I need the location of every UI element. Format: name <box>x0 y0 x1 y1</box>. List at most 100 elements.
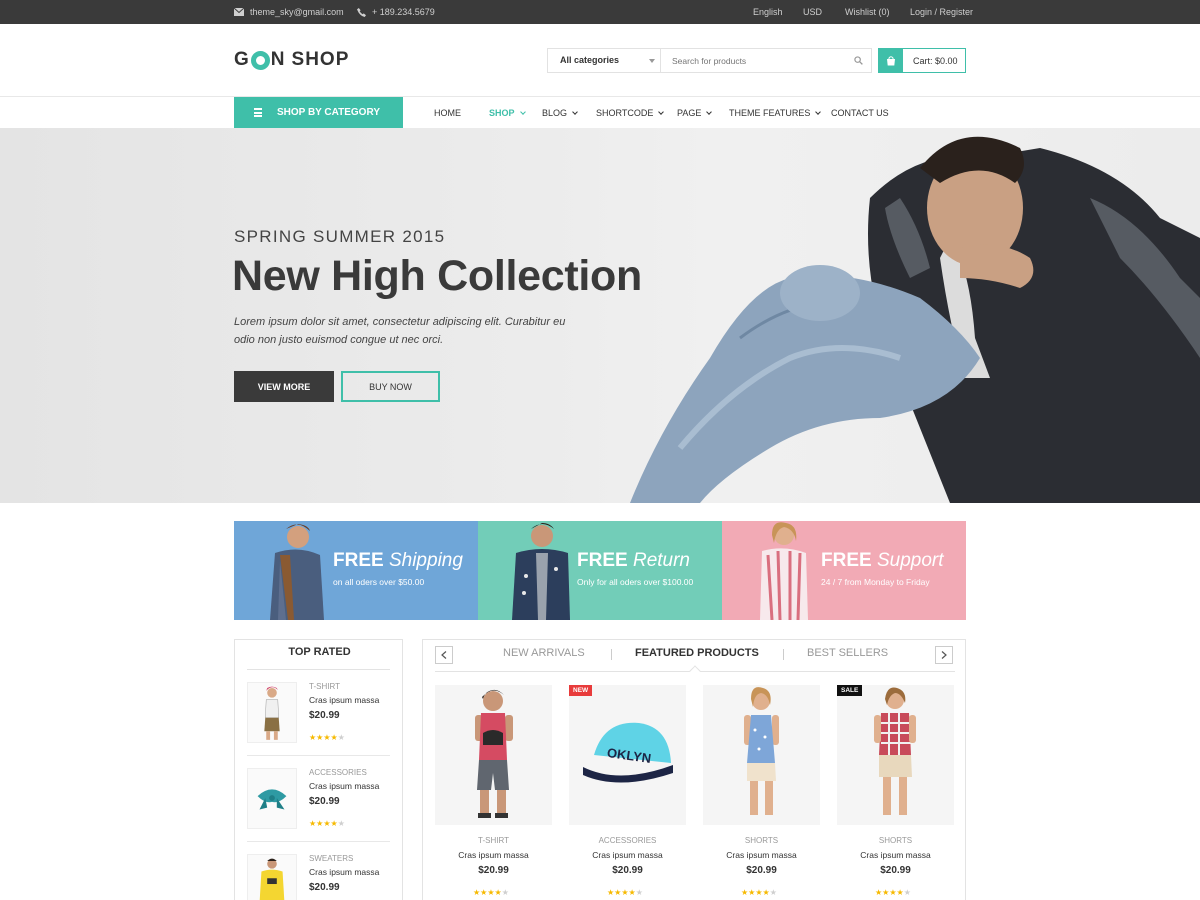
nav-item-home[interactable]: HOME <box>434 97 461 128</box>
product-image <box>837 685 954 825</box>
shop-by-category-label: SHOP BY CATEGORY <box>277 107 380 118</box>
star-icon: ★ <box>494 888 502 897</box>
account-label: Login / Register <box>910 7 974 17</box>
tab-featured-products[interactable]: FEATURED PRODUCTS <box>635 647 759 659</box>
promo-subtitle: Only for all oders over $100.00 <box>577 577 694 587</box>
item-name: Cras ipsum massa <box>309 781 380 791</box>
search-bar: All categories <box>547 48 872 73</box>
tab-best-sellers[interactable]: BEST SELLERS <box>807 647 888 659</box>
caret-down-icon <box>649 59 655 63</box>
hero-description: Lorem ipsum dolor sit amet, consectetur … <box>234 316 566 346</box>
item-category: T-SHIRT <box>309 682 340 691</box>
product-image <box>435 685 552 825</box>
star-icon: ★ <box>323 819 331 828</box>
star-icon: ★ <box>323 733 331 742</box>
currency-label: USD <box>803 7 823 17</box>
nav-item-blog[interactable]: BLOG <box>542 97 578 128</box>
phone-contact[interactable]: + 189.234.5679 <box>357 0 435 24</box>
promo-heading: FREE Support <box>821 550 944 571</box>
product-price: $20.99 <box>478 865 509 876</box>
product-price: $20.99 <box>612 865 643 876</box>
top-bar: theme_sky@gmail.com + 189.234.5679 Engli… <box>0 0 1200 24</box>
model-figure-icon <box>512 523 570 620</box>
model-figure-icon <box>760 522 808 620</box>
product-card[interactable]: SHORTS Cras ipsum massa $20.99 ★★★★★ <box>703 685 820 900</box>
cart-button[interactable]: Cart: $0.00 <box>878 48 966 73</box>
nav-item-theme-features[interactable]: THEME FEATURES <box>729 97 822 128</box>
search-button[interactable] <box>845 49 871 72</box>
star-icon: ★ <box>501 888 509 897</box>
product-card[interactable]: T-SHIRT Cras ipsum massa $20.99 ★★★★★ <box>435 685 552 900</box>
next-arrow-button[interactable] <box>935 646 953 664</box>
promo-free-support[interactable]: FREE Support 24 / 7 from Monday to Frida… <box>722 521 966 620</box>
logo-letter-g: G <box>234 49 250 70</box>
promo-heading: FREE Return <box>577 550 690 571</box>
star-icon: ★ <box>487 888 495 897</box>
chevron-left-icon <box>441 651 447 659</box>
email-text: theme_sky@gmail.com <box>250 7 344 17</box>
product-name: Cras ipsum massa <box>726 850 797 860</box>
wishlist-link[interactable]: Wishlist (0) <box>845 0 890 24</box>
top-rated-title: TOP RATED <box>288 646 351 658</box>
product-tabs-widget: NEW ARRIVALS FEATURED PRODUCTS BEST SELL… <box>422 639 966 900</box>
product-thumbnail <box>247 682 297 743</box>
item-name: Cras ipsum massa <box>309 867 380 877</box>
top-rated-widget: TOP RATED T-SHIRT Cras ipsum massa $20.9… <box>234 639 403 900</box>
promo-free-shipping[interactable]: FREE Shipping on all oders over $50.00 <box>234 521 478 620</box>
star-icon: ★ <box>762 888 770 897</box>
item-price: $20.99 <box>309 882 340 893</box>
chevron-down-icon <box>658 108 665 115</box>
email-contact[interactable]: theme_sky@gmail.com <box>234 0 344 24</box>
nav-item-shop[interactable]: SHOP <box>489 97 526 128</box>
shopping-bag-icon <box>879 49 903 72</box>
language-label: English <box>753 7 783 17</box>
nav-item-label: CONTACT US <box>831 107 889 118</box>
nav-item-shortcode[interactable]: SHORTCODE <box>596 97 665 128</box>
top-rated-item[interactable]: ACCESSORIES Cras ipsum massa $20.99 ★★★★… <box>247 768 390 830</box>
language-selector[interactable]: English <box>753 0 783 24</box>
buy-now-button[interactable]: BUY NOW <box>341 371 440 402</box>
product-price: $20.99 <box>746 865 777 876</box>
nav-item-page[interactable]: PAGE <box>677 97 713 128</box>
top-rated-item[interactable]: T-SHIRT Cras ipsum massa $20.99 ★★★★★ <box>247 682 390 744</box>
nav-item-label: HOME <box>434 107 461 118</box>
currency-selector[interactable]: USD <box>803 0 822 24</box>
product-card[interactable]: OKLYN NEW ACCESSORIES Cras ipsum massa $… <box>569 685 686 900</box>
wishlist-label: Wishlist (0) <box>845 7 890 17</box>
header: G N SHOP All categories Cart: $0.00 <box>0 24 1200 97</box>
star-icon: ★ <box>330 819 338 828</box>
product-card[interactable]: SALE SHORTS Cras ipsum massa $20.99 ★★★★… <box>837 685 954 900</box>
mail-icon <box>234 8 244 16</box>
chevron-down-icon <box>572 108 578 115</box>
nav-item-contact-us[interactable]: CONTACT US <box>831 97 889 128</box>
item-name: Cras ipsum massa <box>309 695 380 705</box>
tab-new-arrivals[interactable]: NEW ARRIVALS <box>503 647 585 659</box>
rating-stars: ★★★★★ <box>607 882 643 900</box>
main-nav: SHOP BY CATEGORY HOME SHOP BLOG SHORTCOD… <box>0 97 1200 128</box>
star-icon: ★ <box>896 888 904 897</box>
login-register-link[interactable]: Login / Register <box>910 0 973 24</box>
view-more-button[interactable]: VIEW MORE <box>234 371 334 402</box>
search-input[interactable] <box>661 49 845 72</box>
promo-free-return[interactable]: FREE Return Only for all oders over $100… <box>478 521 722 620</box>
logo[interactable]: G N SHOP <box>234 49 349 71</box>
logo-ring-icon <box>250 50 270 70</box>
search-icon <box>853 56 863 65</box>
prev-arrow-button[interactable] <box>435 646 453 664</box>
product-category: SHORTS <box>744 836 779 845</box>
star-icon: ★ <box>635 888 643 897</box>
nav-item-label: SHORTCODE <box>596 107 654 118</box>
active-tab-indicator <box>689 665 701 677</box>
phone-icon <box>357 7 366 17</box>
nav-item-label: SHOP <box>489 107 515 118</box>
category-select[interactable]: All categories <box>548 49 661 72</box>
model-figure-icon <box>270 524 324 620</box>
product-image: OKLYN <box>569 685 686 825</box>
product-image <box>703 685 820 825</box>
chevron-down-icon <box>815 108 822 115</box>
star-icon: ★ <box>889 888 897 897</box>
product-thumbnail <box>247 854 297 900</box>
shop-by-category-button[interactable]: SHOP BY CATEGORY <box>234 97 403 128</box>
product-name: Cras ipsum massa <box>458 850 529 860</box>
top-rated-item[interactable]: SWEATERS Cras ipsum massa $20.99 ★★★★★ <box>247 854 390 900</box>
